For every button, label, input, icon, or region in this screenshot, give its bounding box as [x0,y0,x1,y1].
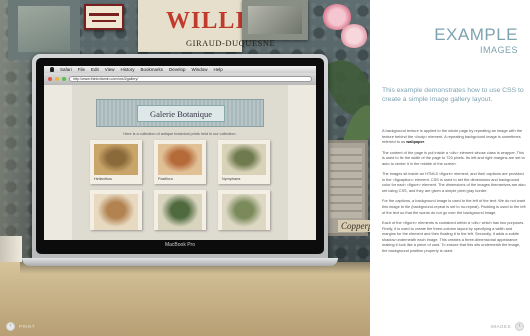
menu-item: Edit [91,67,99,72]
menu-item: Develop [169,67,186,72]
prev-label[interactable]: PRINT [19,324,35,329]
laptop-base [22,258,338,266]
laptop-screen: Safari File Edit View History Bookmarks … [44,66,316,240]
url-field: http://www.thinkvitamin.com/css3/gallery… [69,76,312,82]
paragraph-text: The images sit inside an HTML5 <figure> … [382,171,526,193]
paragraph-end: . [424,139,426,145]
botanical-print [158,144,202,175]
small-print [242,0,308,40]
site-title-box: Galerie Botanique [137,105,225,122]
gallery-card [90,190,142,230]
vintage-poster: WILLI GIRAUD-DUQUESNE [138,0,275,52]
paragraph-text: The content of the page is put inside a … [382,149,525,166]
gallery-caption: Pasiflora [158,177,173,181]
site-title: Galerie Botanique [149,108,213,119]
menu-item: History [120,67,135,72]
text-panel: EXAMPLE IMAGES This example demonstrates… [370,0,530,336]
menu-item: File [77,67,86,72]
gallery-caption: Nymphaea [222,177,241,181]
body-paragraph: The images sit inside an HTML5 <figure> … [382,171,526,193]
body-paragraph: The content of the page is put inside a … [382,150,526,167]
body-paragraph: Each of the <figure> elements is contain… [382,220,526,254]
botanical-print [94,194,138,230]
menu-item: Help [213,67,223,72]
gallery-card [218,190,270,230]
body-paragraph: For the captions, a background image is … [382,198,526,215]
menu-item: View [104,67,115,72]
mac-menubar: Safari File Edit View History Bookmarks … [44,66,316,73]
body-paragraph: A background texture is applied to the w… [382,128,526,145]
framed-print [8,0,80,60]
menu-item: Window [191,67,208,72]
paragraph-text: A background texture is applied to the w… [382,128,523,145]
site-header: Galerie Botanique [96,99,264,127]
next-nav[interactable]: IMAGES › [490,322,524,331]
hero-photo: WILLI GIRAUD-DUQUESNE Copperplate Safari… [0,0,370,336]
panel-heading: EXAMPLE IMAGES [434,26,518,56]
gallery-card: Helianthus [90,140,142,184]
gallery-grid: Helianthus Pasiflora Nymphaea [90,140,270,230]
flower-icon [340,24,368,48]
bold-term: wallpaper [406,139,425,145]
botanical-print [158,194,202,230]
prev-nav[interactable]: ‹ PRINT [6,322,35,331]
label-poster [84,4,124,30]
close-icon [48,77,52,81]
site-intro: Here is a collection of antique botanica… [123,132,237,136]
gallery-card: Nymphaea [218,140,270,184]
menu-item: Safari [60,67,72,72]
page-title: EXAMPLE [434,25,518,44]
botanical-print [222,144,266,175]
gallery-site: Galerie Botanique Here is a collection o… [72,85,288,240]
next-label[interactable]: IMAGES [490,324,511,329]
intro-text: This example demonstrates how to use CSS… [382,87,524,103]
body-text: A background texture is applied to the w… [382,128,526,258]
gallery-card: Pasiflora [154,140,206,184]
minimize-icon [55,77,59,81]
botanical-print [222,194,266,230]
apple-icon [50,67,54,72]
shelf-label: Copperplate [338,220,370,232]
paragraph-text: Each of the <figure> elements is contain… [382,219,525,253]
laptop-brand: MacBook Pro [164,242,195,248]
menu-item: Bookmarks [140,67,164,72]
zoom-icon [62,77,66,81]
chevron-right-icon[interactable]: › [515,322,524,331]
paragraph-text: For the captions, a background image is … [382,198,526,215]
gallery-card [154,190,206,230]
browser-toolbar: http://www.thinkvitamin.com/css3/gallery… [44,73,316,85]
gallery-caption: Helianthus [94,177,112,181]
chevron-left-icon[interactable]: ‹ [6,322,15,331]
botanical-print [94,144,138,175]
page-subtitle: IMAGES [479,45,518,55]
poster-title: WILLI [166,8,246,34]
